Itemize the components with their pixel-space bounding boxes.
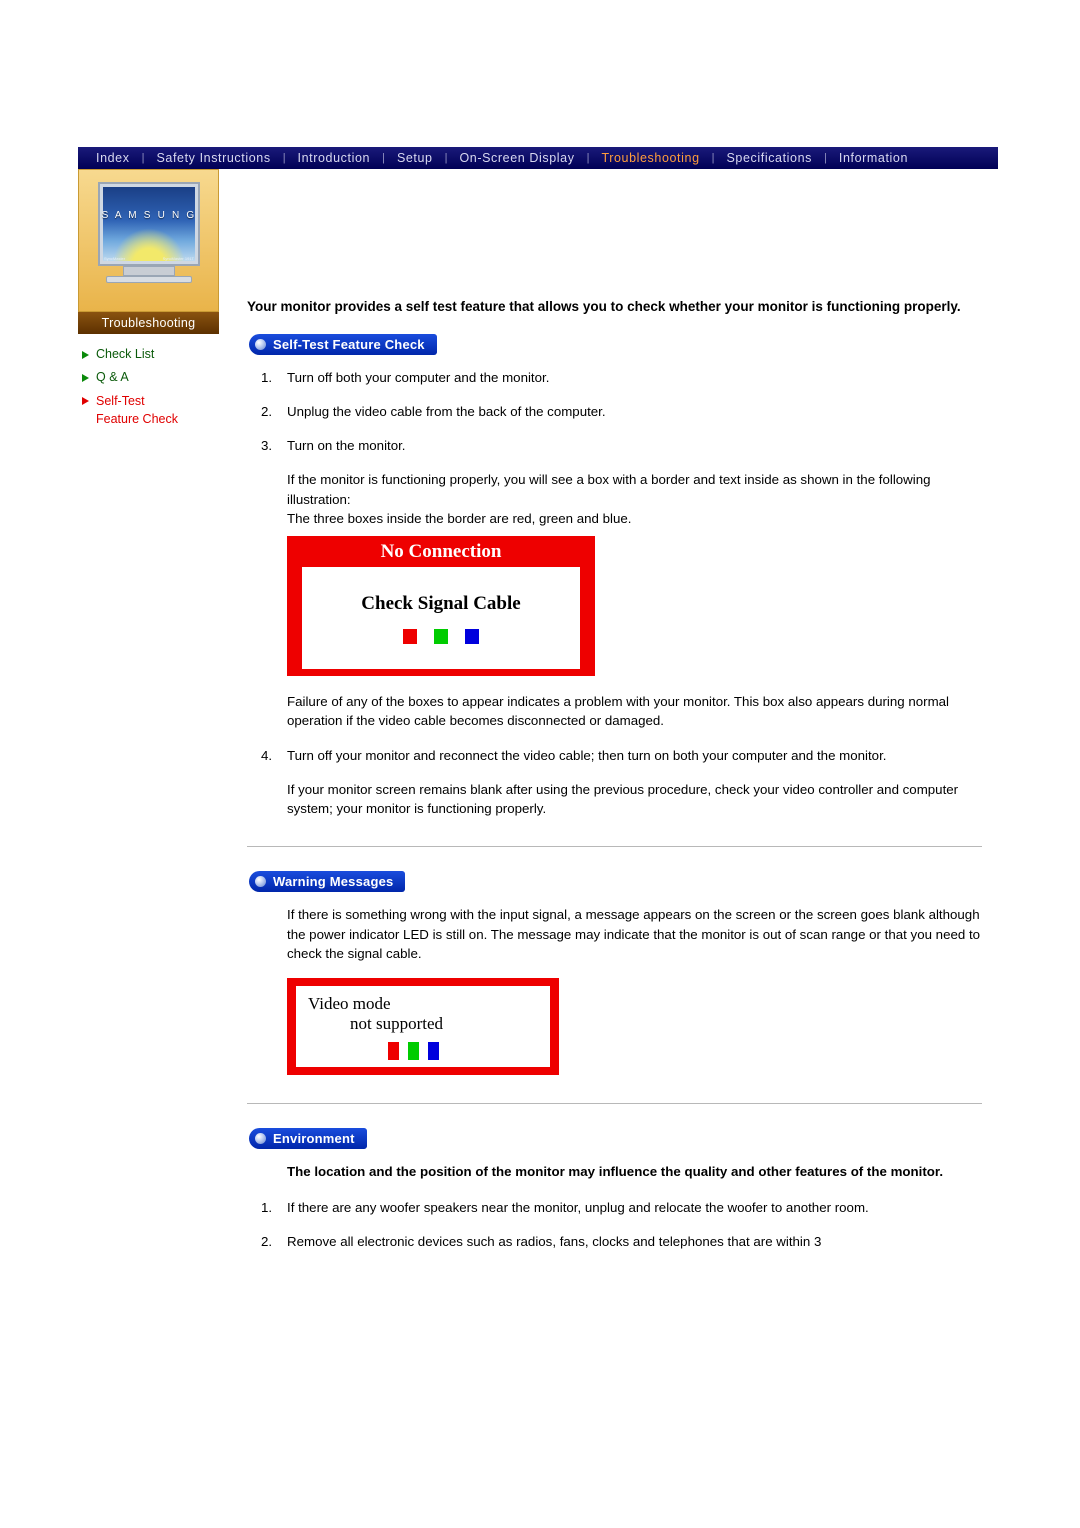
- samsung-logo: S A M S U N G: [101, 210, 197, 221]
- screen-label-right: SyncMaster 191T: [162, 256, 194, 261]
- rgb-swatches: [388, 1041, 550, 1060]
- bullet-sphere-icon: [255, 338, 266, 350]
- sidebar-item-self-test-feature-check[interactable]: Self-Test Feature Check: [82, 393, 219, 429]
- monitor-base: [106, 276, 192, 283]
- video-mode-inner-box: Video mode not supported: [296, 986, 550, 1068]
- nav-item-on-screen-display[interactable]: On-Screen Display: [447, 151, 586, 165]
- warning-messages-heading: Warning Messages: [249, 871, 406, 893]
- self-test-failure-note: Failure of any of the boxes to appear in…: [287, 694, 950, 729]
- bullet-sphere-icon: [255, 876, 266, 888]
- nav-item-troubleshooting[interactable]: Troubleshooting: [589, 151, 711, 165]
- no-connection-title: No Connection: [380, 541, 502, 563]
- video-mode-graphic: Video mode not supported: [287, 978, 559, 1076]
- environment-heading: Environment: [249, 1128, 367, 1150]
- screen-sublabels: SyncMaster SyncMaster 191T: [104, 256, 194, 261]
- intro-paragraph: Your monitor provides a self test featur…: [247, 299, 961, 314]
- sidebar-links: Check List Q & A Self-Test Feature Check: [78, 347, 219, 429]
- green-swatch: [408, 1041, 419, 1060]
- sidebar-item-label: Q & A: [96, 370, 129, 384]
- step-text: Unplug the video cable from the back of …: [287, 403, 606, 419]
- list-item: 1. If there are any woofer speakers near…: [247, 1198, 982, 1217]
- self-test-closing-note: If your monitor screen remains blank aft…: [287, 781, 959, 817]
- nav-item-safety-instructions[interactable]: Safety Instructions: [144, 151, 282, 165]
- step-text: Turn off both your computer and the moni…: [287, 369, 550, 385]
- nav-item-index[interactable]: Index: [84, 151, 142, 165]
- section-divider: [247, 846, 982, 848]
- step-text: Remove all electronic devices such as ra…: [287, 1233, 822, 1249]
- arrow-bullet-icon: [82, 351, 89, 359]
- monitor-stand: [123, 266, 175, 276]
- list-item: 2. Unplug the video cable from the back …: [247, 402, 982, 421]
- screen-wallpaper: [103, 187, 195, 261]
- self-test-explanation: If the monitor is functioning properly, …: [287, 472, 931, 526]
- step-text: If there are any woofer speakers near th…: [287, 1199, 869, 1215]
- step-number: 2.: [261, 403, 273, 419]
- step-text: Turn on the monitor.: [287, 438, 406, 454]
- top-navigation-bar: Index | Safety Instructions | Introducti…: [78, 147, 998, 169]
- sidebar-item-check-list[interactable]: Check List: [82, 347, 219, 361]
- bullet-sphere-icon: [255, 1133, 266, 1145]
- arrow-bullet-icon: [82, 397, 89, 405]
- main-content: Your monitor provides a self test featur…: [247, 297, 982, 1266]
- list-item: 1. Turn off both your computer and the m…: [247, 368, 982, 387]
- no-connection-graphic: No Connection Check Signal Cable: [287, 536, 595, 677]
- section-divider: [247, 1103, 982, 1105]
- monitor-illustration: S A M S U N G SyncMaster SyncMaster 191T: [78, 169, 219, 312]
- green-swatch: [434, 628, 448, 644]
- video-mode-line2: not supported: [350, 1013, 444, 1033]
- sidebar: S A M S U N G SyncMaster SyncMaster 191T…: [78, 169, 219, 438]
- step-number: 4.: [261, 747, 273, 763]
- list-item: 3. Turn on the monitor.: [247, 436, 982, 455]
- list-item: 4. Turn off your monitor and reconnect t…: [247, 746, 982, 765]
- step-number: 3.: [261, 438, 273, 454]
- environment-heading-wrap: Environment: [249, 1128, 982, 1162]
- environment-subheading: The location and the position of the mon…: [287, 1164, 944, 1180]
- sidebar-section-title: Troubleshooting: [78, 312, 219, 334]
- rgb-swatches: [403, 628, 479, 644]
- screen-label-left: SyncMaster: [104, 256, 126, 261]
- warning-heading-wrap: Warning Messages: [249, 871, 982, 905]
- monitor-screen: S A M S U N G SyncMaster SyncMaster 191T: [98, 182, 200, 266]
- step-text: Turn off your monitor and reconnect the …: [287, 747, 887, 763]
- nav-item-setup[interactable]: Setup: [385, 151, 445, 165]
- arrow-bullet-icon: [82, 374, 89, 382]
- step-number: 2.: [261, 1233, 273, 1249]
- nav-item-specifications[interactable]: Specifications: [714, 151, 824, 165]
- blue-swatch: [428, 1041, 439, 1060]
- check-signal-cable-text: Check Signal Cable: [361, 592, 521, 614]
- environment-heading-label: Environment: [273, 1131, 355, 1147]
- sidebar-item-q-and-a[interactable]: Q & A: [82, 370, 219, 384]
- no-connection-inner-box: Check Signal Cable: [302, 567, 580, 670]
- video-mode-line1: Video mode: [308, 993, 391, 1013]
- red-swatch: [403, 628, 417, 644]
- nav-item-introduction[interactable]: Introduction: [286, 151, 383, 165]
- red-swatch: [388, 1041, 399, 1060]
- step-number: 1.: [261, 1199, 273, 1215]
- warning-messages-body: If there is something wrong with the inp…: [287, 907, 981, 962]
- list-item: 2. Remove all electronic devices such as…: [247, 1232, 982, 1251]
- self-test-heading-label: Self-Test Feature Check: [273, 336, 425, 352]
- warning-messages-heading-label: Warning Messages: [273, 874, 394, 890]
- blue-swatch: [465, 628, 479, 644]
- step-number: 1.: [261, 369, 273, 385]
- sidebar-item-label: Self-Test Feature Check: [96, 394, 178, 426]
- self-test-heading: Self-Test Feature Check: [249, 333, 437, 355]
- nav-item-information[interactable]: Information: [827, 151, 920, 165]
- self-test-heading-wrap: Self-Test Feature Check: [249, 333, 982, 368]
- sidebar-item-label: Check List: [96, 347, 155, 361]
